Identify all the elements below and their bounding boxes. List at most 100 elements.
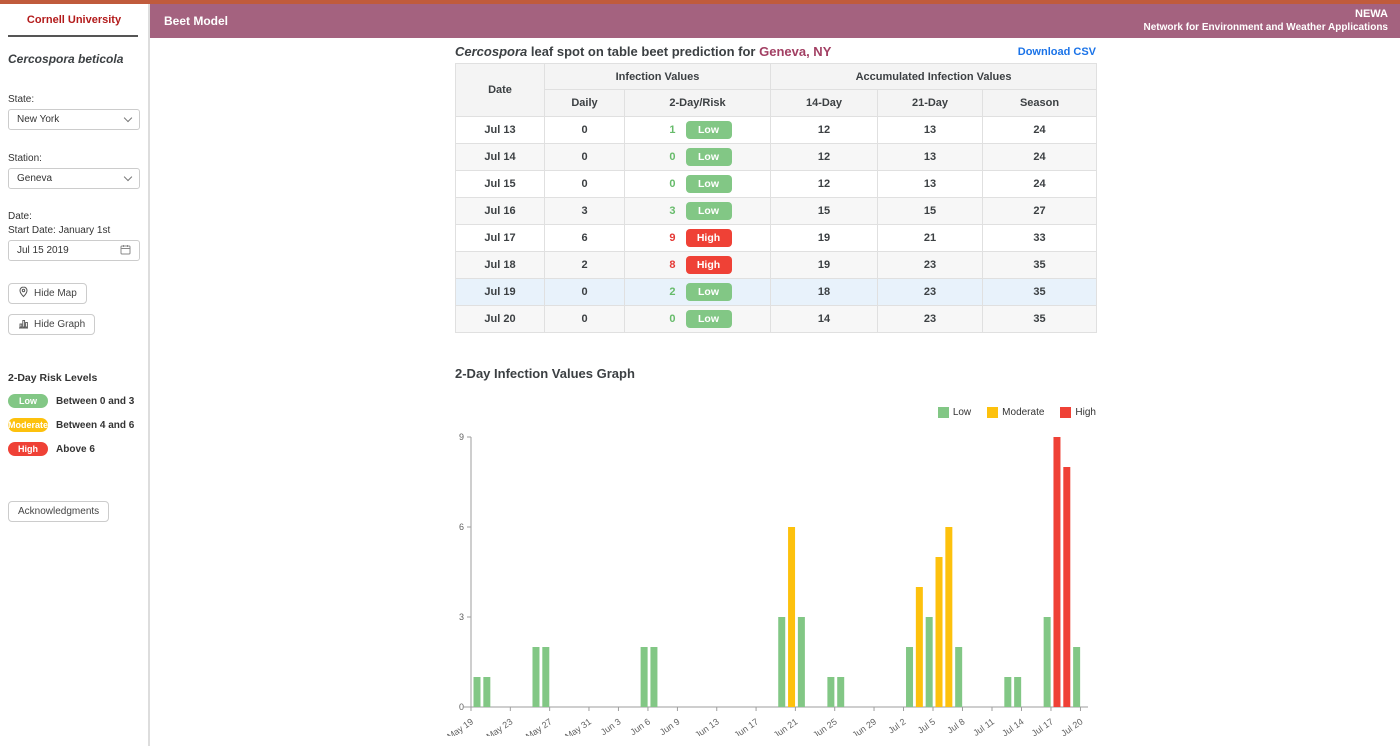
low-legend-label: Low	[953, 407, 971, 418]
season-cell: 35	[983, 252, 1097, 279]
risk-level-item: Low Between 0 and 3	[8, 394, 148, 408]
brand-name: NEWA	[1355, 8, 1388, 22]
14-day-cell: 19	[771, 225, 878, 252]
station-select[interactable]: Geneva	[8, 168, 140, 189]
table-row[interactable]: Jul 1301Low121324	[456, 117, 1097, 144]
risk-badge: Low	[686, 175, 732, 193]
state-select[interactable]: New York	[8, 109, 140, 130]
x-tick-label: Jul 11	[971, 716, 996, 736]
season-cell: 24	[983, 144, 1097, 171]
chart-bar	[798, 617, 805, 707]
prediction-title: Cercospora leaf spot on table beet predi…	[455, 44, 831, 59]
table-row[interactable]: Jul 1400Low121324	[456, 144, 1097, 171]
two-day-value: 1	[664, 124, 676, 136]
chart-bar	[1014, 677, 1021, 707]
col-header-date: Date	[456, 64, 545, 117]
organism-name: Cercospora beticola	[8, 52, 148, 66]
chart-bar	[778, 617, 785, 707]
two-day-value: 2	[664, 286, 676, 298]
start-date-note: Start Date: January 1st	[8, 225, 148, 236]
date-input-value: Jul 15 2019	[17, 245, 69, 256]
graph-title: 2-Day Infection Values Graph	[455, 366, 635, 381]
moderate-risk-badge: Moderate	[8, 418, 48, 432]
two-day-value: 0	[664, 178, 676, 190]
risk-levels-heading: 2-Day Risk Levels	[8, 372, 148, 384]
chart-bar	[906, 647, 913, 707]
hide-map-button[interactable]: Hide Map	[8, 283, 87, 304]
x-tick-label: Jun 6	[628, 716, 652, 736]
table-row[interactable]: Jul 1500Low121324	[456, 171, 1097, 198]
table-row[interactable]: Jul 1828High192335	[456, 252, 1097, 279]
cornell-university-logo[interactable]: Cornell University	[0, 14, 148, 26]
table-row[interactable]: Jul 1769High192133	[456, 225, 1097, 252]
download-csv-link[interactable]: Download CSV	[1018, 46, 1096, 58]
table-row[interactable]: Jul 1633Low151527	[456, 198, 1097, 225]
daily-cell: 0	[545, 279, 625, 306]
acknowledgments-button[interactable]: Acknowledgments	[8, 501, 109, 522]
x-tick-label: Jul 5	[916, 716, 937, 735]
21-day-cell: 23	[878, 279, 983, 306]
y-tick-label: 0	[459, 702, 464, 712]
chart-bar	[474, 677, 481, 707]
two-day-risk-cell: 1Low	[625, 117, 771, 144]
two-day-value: 8	[664, 259, 676, 271]
chart-bar	[926, 617, 933, 707]
legend-item-high: High	[1060, 407, 1096, 418]
hide-graph-button[interactable]: Hide Graph	[8, 314, 95, 335]
14-day-cell: 15	[771, 198, 878, 225]
date-label: Date:	[8, 211, 148, 222]
two-day-risk-cell: 0Low	[625, 306, 771, 333]
x-tick-label: Jul 8	[945, 716, 966, 735]
risk-badge: Low	[686, 148, 732, 166]
two-day-value: 0	[664, 151, 676, 163]
x-tick-label: Jul 2	[886, 716, 907, 735]
daily-cell: 0	[545, 117, 625, 144]
two-day-risk-cell: 0 Low	[625, 144, 771, 171]
table-body: Jul 1301Low121324Jul 1400Low121324Jul 15…	[456, 117, 1097, 333]
21-day-cell: 13	[878, 171, 983, 198]
hide-map-label: Hide Map	[34, 288, 77, 299]
legend-item-moderate: Moderate	[987, 407, 1044, 418]
top-accent-stripe	[0, 0, 1400, 4]
risk-badge: Low	[686, 202, 732, 220]
chart-bar	[936, 557, 943, 707]
acknowledgments-label: Acknowledgments	[18, 506, 99, 517]
state-select-value: New York	[17, 114, 59, 125]
y-tick-label: 3	[459, 612, 464, 622]
col-group-infection-values: Infection Values	[545, 64, 771, 90]
state-label: State:	[8, 94, 148, 105]
two-day-risk-cell: 3Low	[625, 198, 771, 225]
14-day-cell: 14	[771, 306, 878, 333]
bar-chart-icon	[18, 318, 29, 332]
sidebar: Cornell University Cercospora beticola S…	[0, 4, 150, 746]
x-tick-label: Jun 13	[693, 716, 721, 736]
page-title: Beet Model	[164, 14, 228, 28]
chart-bar	[788, 527, 795, 707]
two-day-risk-cell: 8High	[625, 252, 771, 279]
brand-subtitle: Network for Environment and Weather Appl…	[1144, 22, 1388, 35]
high-legend-label: High	[1075, 407, 1096, 418]
chart-legend: Low Moderate High	[455, 407, 1096, 418]
risk-level-item: High Above 6	[8, 442, 148, 456]
col-header-daily: Daily	[545, 90, 625, 117]
moderate-legend-label: Moderate	[1002, 407, 1044, 418]
14-day-cell: 12	[771, 144, 878, 171]
table-row[interactable]: Jul 2000Low142335	[456, 306, 1097, 333]
chart-bar	[1063, 467, 1070, 707]
low-legend-swatch	[938, 407, 949, 418]
x-tick-label: Jul 20	[1059, 716, 1084, 736]
calendar-icon	[120, 244, 131, 258]
14-day-cell: 12	[771, 117, 878, 144]
prediction-title-text: leaf spot on table beet prediction for	[527, 44, 759, 59]
risk-badge: Low	[686, 283, 732, 301]
newa-brand[interactable]: NEWA Network for Environment and Weather…	[1144, 8, 1388, 34]
chart-bar	[916, 587, 923, 707]
col-header-21-day: 21-Day	[878, 90, 983, 117]
x-tick-label: Jun 29	[850, 716, 878, 736]
date-cell: Jul 14	[456, 144, 545, 171]
season-cell: 24	[983, 171, 1097, 198]
table-row[interactable]: Jul 1902Low182335	[456, 279, 1097, 306]
date-input[interactable]: Jul 15 2019	[8, 240, 140, 261]
moderate-legend-swatch	[987, 407, 998, 418]
21-day-cell: 23	[878, 252, 983, 279]
